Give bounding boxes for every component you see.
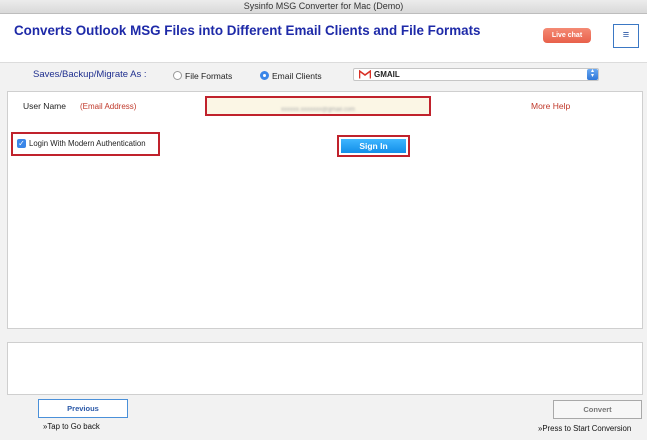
email-clients-radio[interactable] — [260, 71, 269, 80]
convert-hint: »Press to Start Conversion — [538, 424, 632, 433]
log-panel — [7, 342, 643, 395]
file-formats-radio[interactable] — [173, 71, 182, 80]
window-titlebar: Sysinfo MSG Converter for Mac (Demo) — [0, 0, 647, 14]
username-field-frame — [205, 96, 431, 118]
app-header: Converts Outlook MSG Files into Differen… — [0, 14, 647, 63]
convert-button[interactable]: Convert — [553, 400, 642, 419]
modern-auth-checkbox[interactable]: ✓ — [17, 139, 26, 148]
sign-in-button[interactable]: Sign In — [341, 139, 406, 153]
save-as-label: Saves/Backup/Migrate As : — [33, 69, 147, 80]
chevron-updown-icon: ▴ ▾ — [587, 68, 598, 80]
menu-button[interactable]: ≡ — [613, 24, 639, 48]
header-title: Converts Outlook MSG Files into Differen… — [14, 23, 481, 38]
gmail-icon — [359, 70, 371, 79]
modern-auth-label[interactable]: Login With Modern Authentication — [29, 139, 146, 148]
email-clients-label[interactable]: Email Clients — [272, 71, 322, 81]
email-address-hint: (Email Address) — [80, 102, 137, 111]
previous-button[interactable]: Previous — [38, 399, 128, 418]
settings-panel — [7, 91, 643, 329]
username-label: User Name — [23, 101, 66, 111]
live-chat-button[interactable]: Live chat — [543, 28, 591, 43]
file-formats-label[interactable]: File Formats — [185, 71, 232, 81]
modern-auth-frame: ✓ Login With Modern Authentication — [11, 132, 160, 156]
hamburger-icon: ≡ — [622, 29, 630, 41]
email-client-select[interactable]: GMAIL ▴ ▾ — [353, 68, 599, 81]
sign-in-frame: Sign In — [337, 135, 410, 157]
email-client-value: GMAIL — [374, 70, 400, 79]
more-help-link[interactable]: More Help — [531, 101, 570, 111]
username-input[interactable] — [207, 102, 429, 118]
window-title: Sysinfo MSG Converter for Mac (Demo) — [243, 1, 404, 11]
previous-hint: »Tap to Go back — [43, 422, 100, 431]
